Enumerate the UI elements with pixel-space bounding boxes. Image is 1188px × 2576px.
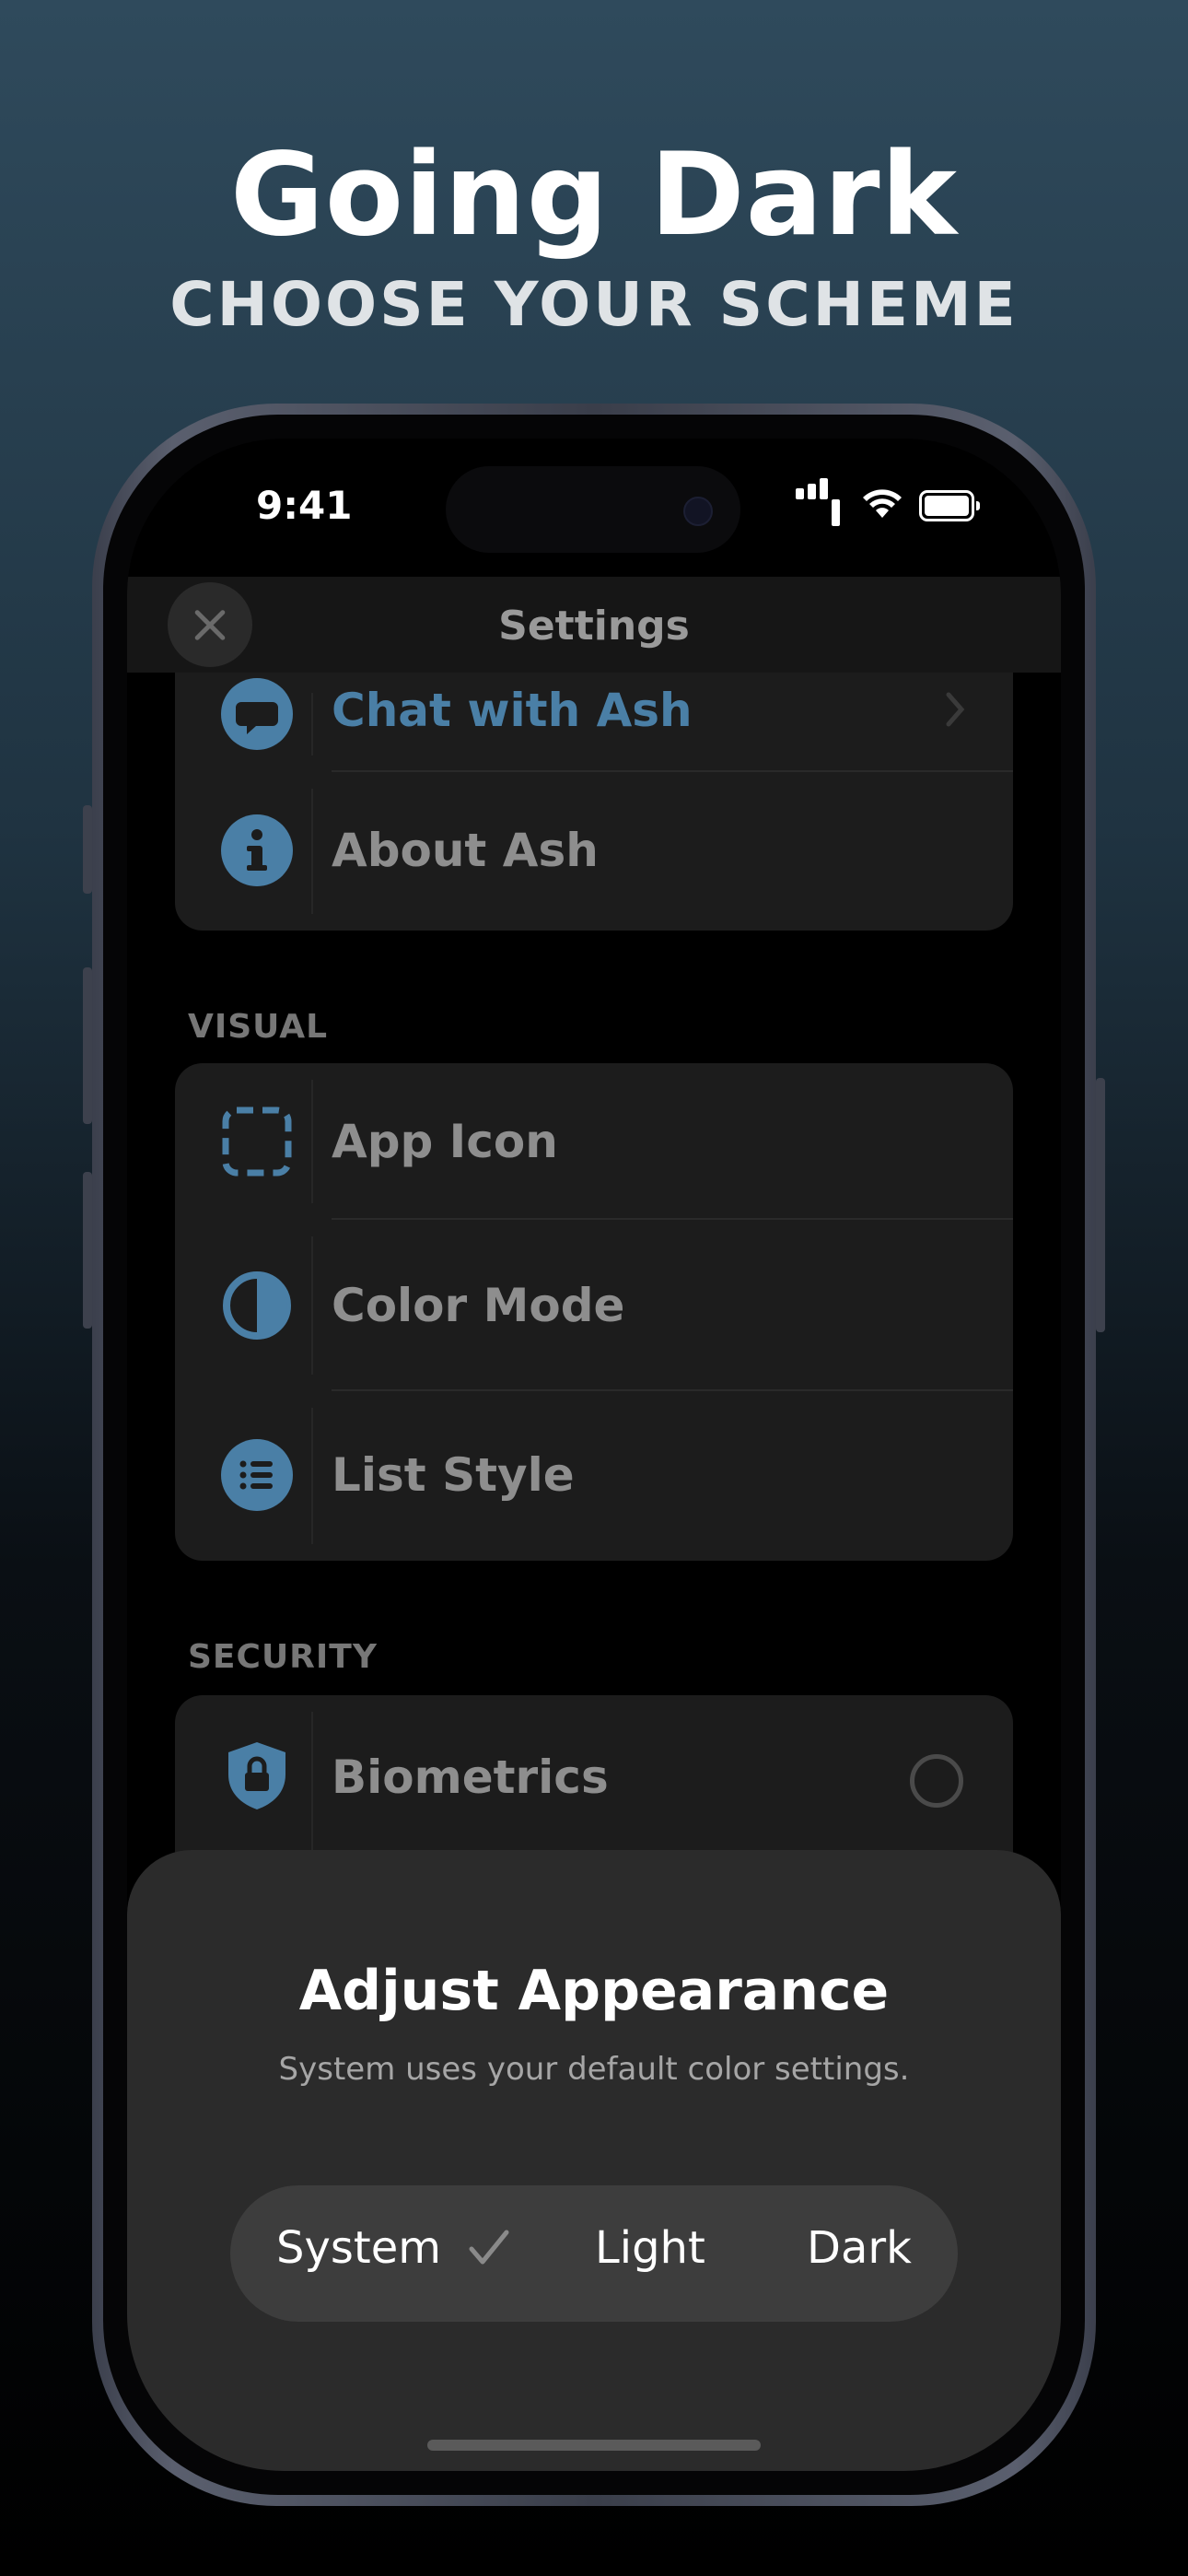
phone-screen: Chat with Ash About Ash VISUAL App Icon …	[127, 439, 1061, 2471]
wifi-icon	[863, 489, 902, 518]
list-item-about[interactable]: About Ash	[175, 772, 1013, 931]
volume-down-button	[83, 1172, 92, 1329]
power-button	[1096, 1078, 1105, 1332]
battery-icon	[919, 490, 980, 521]
row-divider	[311, 1712, 313, 1863]
appearance-segmented-control: System Light Dark	[230, 2185, 958, 2322]
list-item-list-style[interactable]: List Style	[175, 1391, 1013, 1561]
sheet-description: System uses your default color settings.	[278, 2051, 910, 2088]
color-mode-label: Color Mode	[332, 1279, 625, 1332]
info-icon	[221, 814, 293, 886]
list-item-app-icon[interactable]: App Icon	[175, 1063, 1013, 1220]
nav-title: Settings	[498, 603, 690, 650]
row-divider	[311, 1236, 313, 1375]
promo-title: Going Dark	[230, 129, 958, 262]
option-system[interactable]: System	[276, 2222, 510, 2274]
volume-up-button	[83, 967, 92, 1124]
row-divider	[311, 1408, 313, 1544]
list-style-label: List Style	[332, 1448, 575, 1502]
camera-icon	[683, 497, 713, 526]
status-bar: 9:41	[127, 439, 1061, 577]
half-circle-icon	[223, 1271, 291, 1340]
biometrics-label: Biometrics	[332, 1751, 609, 1804]
sheet-title: Adjust Appearance	[298, 1959, 890, 2023]
nav-bar: Settings	[127, 577, 1061, 673]
option-system-label: System	[276, 2222, 441, 2274]
dynamic-island	[446, 466, 740, 553]
checkmark-icon	[469, 2230, 509, 2265]
biometrics-radio[interactable]	[910, 1754, 963, 1808]
section-header-visual: VISUAL	[188, 1008, 329, 1046]
section-header-security: SECURITY	[188, 1638, 378, 1676]
status-time: 9:41	[256, 483, 353, 528]
home-indicator[interactable]	[427, 2440, 761, 2451]
option-light[interactable]: Light	[595, 2222, 705, 2274]
list-icon	[221, 1439, 293, 1511]
row-divider	[311, 789, 313, 914]
promo-subtitle: CHOOSE YOUR SCHEME	[169, 269, 1019, 340]
chevron-right-icon	[946, 692, 965, 727]
chat-label: Chat with Ash	[332, 684, 693, 737]
action-button	[83, 805, 92, 894]
app-icon-label: App Icon	[332, 1115, 558, 1168]
chat-bubble-icon	[221, 678, 293, 750]
option-dark[interactable]: Dark	[807, 2222, 912, 2274]
about-label: About Ash	[332, 824, 599, 877]
visual-group: App Icon Color Mode List Style	[175, 1063, 1013, 1561]
list-item-color-mode[interactable]: Color Mode	[175, 1220, 1013, 1391]
lock-shield-icon	[228, 1742, 285, 1809]
row-divider	[311, 1080, 313, 1203]
dashed-square-icon	[222, 1107, 292, 1177]
row-divider	[311, 693, 313, 755]
appearance-sheet: Adjust Appearance System uses your defau…	[127, 1850, 1061, 2471]
